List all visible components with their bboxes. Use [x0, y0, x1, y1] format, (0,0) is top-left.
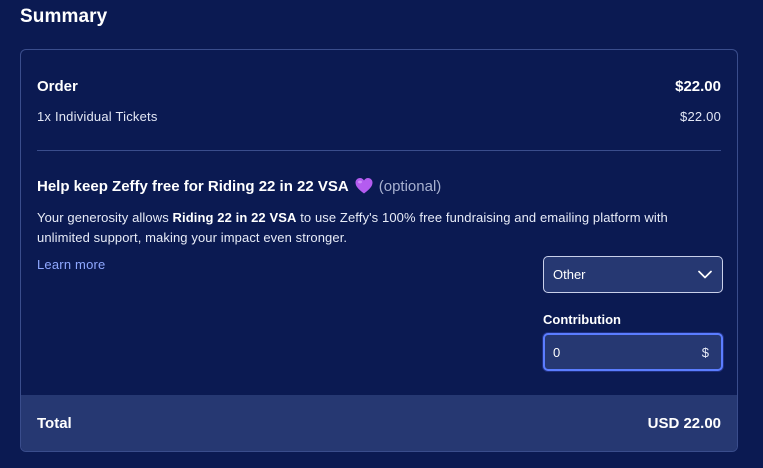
contribution-select-value: Other: [553, 267, 586, 282]
summary-card: Order $22.00 1x Individual Tickets $22.0…: [20, 49, 738, 452]
order-item-amount: $22.00: [680, 109, 721, 124]
contribution-value: 0: [553, 344, 561, 360]
order-amount: $22.00: [675, 78, 721, 95]
divider: [37, 150, 721, 151]
total-bar: Total USD 22.00: [21, 395, 737, 451]
currency-symbol: $: [701, 344, 709, 360]
support-desc-org: Riding 22 in 22 VSA: [172, 210, 297, 225]
learn-more-link[interactable]: Learn more: [37, 257, 105, 272]
checkout-summary-page: Summary Order $22.00 1x Individual Ticke…: [0, 0, 763, 468]
total-label: Total: [37, 414, 72, 432]
optional-label: (optional): [378, 177, 442, 195]
contribution-select[interactable]: Other: [543, 256, 723, 293]
support-title-text: Help keep Zeffy free for Riding 22 in 22…: [37, 177, 349, 195]
order-label: Order: [37, 78, 78, 95]
support-title: Help keep Zeffy free for Riding 22 in 22…: [37, 176, 441, 196]
order-item-label: 1x Individual Tickets: [37, 109, 158, 124]
order-item-row: 1x Individual Tickets $22.00: [37, 109, 721, 124]
support-desc-prefix: Your generosity allows: [37, 210, 173, 225]
purple-heart-icon: [354, 176, 374, 196]
chevron-down-icon: [698, 267, 712, 282]
support-description: Your generosity allows Riding 22 in 22 V…: [37, 208, 717, 248]
contribution-input[interactable]: 0 $: [543, 333, 723, 371]
summary-title: Summary: [20, 6, 108, 27]
total-amount: USD 22.00: [647, 414, 721, 432]
order-row: Order $22.00: [37, 78, 721, 95]
contribution-label: Contribution: [543, 312, 621, 327]
